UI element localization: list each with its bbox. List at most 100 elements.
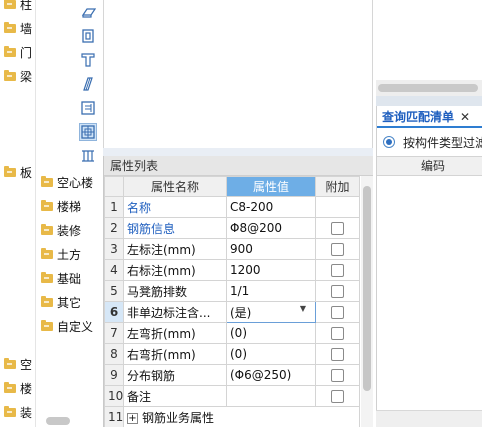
selected-grid-icon[interactable] xyxy=(79,123,97,141)
property-name: 分布钢筋 xyxy=(123,364,227,386)
scrollbar-thumb[interactable] xyxy=(378,84,478,92)
property-value[interactable]: Φ8@200 xyxy=(226,217,316,239)
tree-node-beam[interactable]: 梁 xyxy=(4,67,32,85)
row-index: 1 xyxy=(104,196,124,218)
table-row[interactable]: 5 马凳筋排数 1/1 xyxy=(104,280,360,302)
header-index xyxy=(104,176,124,197)
folder-icon xyxy=(4,45,16,57)
property-name: 右标注(mm) xyxy=(123,259,227,281)
folder-icon xyxy=(4,69,16,81)
table-row[interactable]: 9 分布钢筋 (Φ6@250) xyxy=(104,364,360,386)
scrollbar-thumb[interactable] xyxy=(363,186,371,391)
header-extra[interactable]: 附加 xyxy=(315,176,360,197)
row-index: 7 xyxy=(104,322,124,344)
tree-node-door[interactable]: 门 xyxy=(4,43,32,61)
folder-icon xyxy=(4,21,16,33)
tree-node-foundation[interactable]: 基础 xyxy=(41,269,81,287)
tab-query-match-list[interactable]: 查询匹配清单 ✕ xyxy=(377,106,482,128)
header-name[interactable]: 属性名称 xyxy=(123,176,227,197)
property-name: 备注 xyxy=(123,385,227,407)
table-row[interactable]: 8 右弯折(mm) (0) xyxy=(104,343,360,365)
property-value[interactable]: 1200 xyxy=(226,259,316,281)
panel-splitter[interactable] xyxy=(376,96,482,106)
bars-icon[interactable] xyxy=(80,148,96,164)
column-header-code[interactable]: 编码 xyxy=(377,156,482,176)
tree-node-finish[interactable]: 装修 xyxy=(41,221,81,239)
tree-node-column[interactable]: 柱 xyxy=(4,0,32,13)
tree-node-other[interactable]: 其它 xyxy=(41,293,81,311)
folder-icon xyxy=(41,319,53,331)
table-row-active[interactable]: 6 非单边标注含... (是) ▼ xyxy=(104,301,360,323)
row-index: 10 xyxy=(104,385,124,407)
property-name: 左弯折(mm) xyxy=(123,322,227,344)
table-row[interactable]: 2 钢筋信息 Φ8@200 xyxy=(104,217,360,239)
folder-icon xyxy=(4,0,16,9)
row-index: 5 xyxy=(104,280,124,302)
tree-node-wall[interactable]: 墙 xyxy=(4,19,32,37)
expand-plus-icon[interactable]: + xyxy=(127,412,138,424)
tree-scrollbar-thumb[interactable] xyxy=(46,417,70,425)
property-value[interactable]: (Φ6@250) xyxy=(226,364,316,386)
table-row[interactable]: 3 左标注(mm) 900 xyxy=(104,238,360,260)
component-toolbar xyxy=(72,0,98,170)
property-value[interactable] xyxy=(226,385,316,407)
extra-checkbox[interactable] xyxy=(331,243,344,256)
property-name: 马凳筋排数 xyxy=(123,280,227,302)
row-index: 3 xyxy=(104,238,124,260)
tree-node-hollow-slab[interactable]: 空心楼 xyxy=(41,173,93,191)
table-row[interactable]: 10 备注 xyxy=(104,385,360,407)
property-value-dropdown[interactable]: (是) ▼ xyxy=(226,301,316,323)
extra-checkbox[interactable] xyxy=(331,264,344,277)
column-cap-icon[interactable] xyxy=(80,52,96,68)
tree-node-hollow[interactable]: 空 xyxy=(4,355,32,373)
property-list-panel: 属性列表 属性名称 属性值 附加 1 名称 C8-200 2 钢筋信息 Φ8@2… xyxy=(103,156,373,427)
table-row[interactable]: 7 左弯折(mm) (0) xyxy=(104,322,360,344)
chevron-down-icon[interactable]: ▼ xyxy=(300,304,306,313)
extra-checkbox[interactable] xyxy=(331,327,344,340)
property-value[interactable]: 900 xyxy=(226,238,316,260)
panel-splitter[interactable] xyxy=(103,148,373,156)
property-value[interactable]: (0) xyxy=(226,322,316,344)
extra-checkbox[interactable] xyxy=(331,390,344,403)
extra-checkbox[interactable] xyxy=(331,306,344,319)
table-row[interactable]: 1 名称 C8-200 xyxy=(104,196,360,218)
folder-icon xyxy=(4,405,16,417)
property-name: 右弯折(mm) xyxy=(123,343,227,365)
tree-node-stairs[interactable]: 楼梯 xyxy=(41,197,81,215)
group-row[interactable]: 11 + 钢筋业务属性 xyxy=(104,406,360,427)
grid-panel-icon[interactable] xyxy=(80,100,96,116)
property-value[interactable]: C8-200 xyxy=(226,196,316,218)
table-row[interactable]: 4 右标注(mm) 1200 xyxy=(104,259,360,281)
group-label-cell: + 钢筋业务属性 xyxy=(123,406,360,427)
preview-area xyxy=(103,0,373,148)
header-value[interactable]: 属性值 xyxy=(226,176,316,197)
property-grid: 属性名称 属性值 附加 1 名称 C8-200 2 钢筋信息 Φ8@200 3 … xyxy=(104,176,360,427)
property-name: 钢筋信息 xyxy=(123,217,227,239)
extra-checkbox[interactable] xyxy=(331,348,344,361)
property-value[interactable]: (0) xyxy=(226,343,316,365)
tree-node-earthwork[interactable]: 土方 xyxy=(41,245,81,263)
slab-icon[interactable] xyxy=(80,5,96,21)
extra-checkbox[interactable] xyxy=(331,222,344,235)
tree-node-stair[interactable]: 楼 xyxy=(4,379,32,397)
extra-checkbox[interactable] xyxy=(331,369,344,382)
group-label: 钢筋业务属性 xyxy=(142,410,215,425)
folder-icon xyxy=(41,175,53,187)
component-tree-left: 柱 墙 门 梁 板 空 楼 装 xyxy=(0,0,36,427)
slanted-bar-icon[interactable] xyxy=(80,76,96,92)
property-grid-scrollbar[interactable] xyxy=(361,176,373,427)
extra-cell xyxy=(315,259,360,281)
extra-checkbox[interactable] xyxy=(331,285,344,298)
tree-node-custom[interactable]: 自定义 xyxy=(41,317,93,335)
extra-cell xyxy=(315,301,360,323)
right-hscrollbar[interactable] xyxy=(376,80,482,96)
radio-selected-icon[interactable] xyxy=(383,136,395,148)
property-value[interactable]: 1/1 xyxy=(226,280,316,302)
folder-icon xyxy=(41,295,53,307)
tree-node-decoration[interactable]: 装 xyxy=(4,403,32,421)
close-icon[interactable]: ✕ xyxy=(460,110,470,124)
extra-cell xyxy=(315,217,360,239)
tree-node-slab[interactable]: 板 xyxy=(4,163,32,181)
filter-by-type-option[interactable]: 按构件类型过滤 xyxy=(377,132,482,152)
stirrup-icon[interactable] xyxy=(80,28,96,44)
